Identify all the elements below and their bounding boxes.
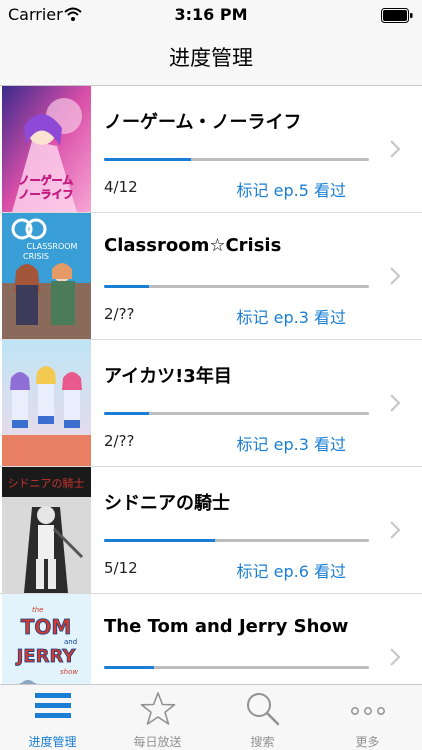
- list-item[interactable]: ノーゲーム ノーライフ ノーゲーム・ノーライフ 4/12 标记 ep.5 看过: [0, 86, 422, 213]
- list-item[interactable]: アイカツ!3年目 2/?? 标记 ep.3 看过: [0, 340, 422, 467]
- mark-watched-button[interactable]: 标记 ep.3 看过: [237, 304, 346, 328]
- list-icon: [34, 693, 71, 718]
- episode-count: 4/12: [104, 178, 138, 196]
- progress-bar: [104, 539, 369, 542]
- progress-bar-fill: [104, 412, 150, 415]
- cover-text: CRISIS: [23, 252, 49, 261]
- tab-label: 更多: [355, 735, 380, 749]
- search-icon: [246, 693, 279, 726]
- progress-bar: [104, 285, 369, 288]
- progress-bar: [104, 666, 369, 669]
- tab-bar: 进度管理 每日放送 搜索 更多: [0, 684, 422, 750]
- mark-watched-button[interactable]: 标记 ep.6 看过: [237, 558, 346, 582]
- anime-title: アイカツ!3年目: [104, 366, 232, 387]
- episode-count: 2/??: [104, 305, 135, 323]
- anime-title: シドニアの騎士: [104, 493, 230, 514]
- navigation-bar: 进度管理: [0, 30, 422, 86]
- cover-text: and: [64, 638, 77, 646]
- more-icon: [350, 707, 385, 715]
- chevron-right-icon: [390, 394, 401, 412]
- status-time: 3:16 PM: [174, 5, 248, 24]
- cover-text: TOM: [21, 615, 72, 639]
- cover-text: ノーライフ: [19, 188, 74, 201]
- episode-count: 2/??: [104, 432, 135, 450]
- progress-bar: [104, 158, 369, 161]
- progress-list[interactable]: ノーゲーム ノーライフ ノーゲーム・ノーライフ 4/12 标记 ep.5 看过 …: [0, 86, 422, 684]
- list-item[interactable]: シドニアの騎士 シドニアの騎士 5/12 标记 ep.6 看过: [0, 467, 422, 594]
- progress-bar-fill: [104, 285, 150, 288]
- page-title: 进度管理: [169, 46, 253, 70]
- cover-image: the TOM and JERRY show: [2, 594, 91, 684]
- chevron-right-icon: [390, 140, 401, 158]
- cover-text: シドニアの騎士: [8, 477, 85, 490]
- mark-watched-button[interactable]: 标记 ep.5 看过: [237, 177, 346, 201]
- anime-title: The Tom and Jerry Show: [104, 616, 349, 637]
- chevron-right-icon: [390, 521, 401, 539]
- progress-bar-fill: [104, 539, 216, 542]
- status-bar: Carrier 3:16 PM: [0, 0, 422, 30]
- chevron-right-icon: [390, 267, 401, 285]
- tab-search[interactable]: 搜索: [210, 685, 315, 750]
- progress-bar-fill: [104, 666, 155, 669]
- chevron-right-icon: [390, 648, 401, 666]
- cover-image: ノーゲーム ノーライフ: [2, 86, 91, 212]
- progress-bar: [104, 412, 369, 415]
- cover-text: JERRY: [15, 646, 77, 667]
- tab-label: 进度管理: [28, 735, 77, 749]
- cover-image: [2, 340, 91, 466]
- tab-more[interactable]: 更多: [315, 685, 420, 750]
- progress-bar-fill: [104, 158, 192, 161]
- anime-title: ノーゲーム・ノーライフ: [104, 112, 302, 133]
- tab-label: 搜索: [250, 735, 275, 749]
- tab-daily[interactable]: 每日放送: [105, 685, 210, 750]
- anime-title: Classroom☆Crisis: [104, 235, 282, 256]
- cover-image: CLASSROOM CRISIS: [2, 213, 91, 339]
- cover-text: CLASSROOM: [27, 242, 78, 251]
- star-icon: [140, 692, 175, 725]
- cover-text: show: [60, 668, 78, 676]
- battery-icon: [381, 8, 413, 23]
- mark-watched-button[interactable]: 标记 ep.3 看过: [237, 431, 346, 455]
- cover-text: ノーゲーム: [19, 173, 74, 187]
- cover-image: シドニアの騎士: [2, 467, 91, 593]
- list-item[interactable]: the TOM and JERRY show The Tom and Jerry…: [0, 594, 422, 684]
- tab-progress[interactable]: 进度管理: [0, 685, 105, 750]
- tab-label: 每日放送: [133, 735, 182, 749]
- episode-count: 5/12: [104, 559, 138, 577]
- list-item[interactable]: CLASSROOM CRISIS Classroom☆Crisis 2/?? 标…: [0, 213, 422, 340]
- cover-text: the: [32, 606, 44, 614]
